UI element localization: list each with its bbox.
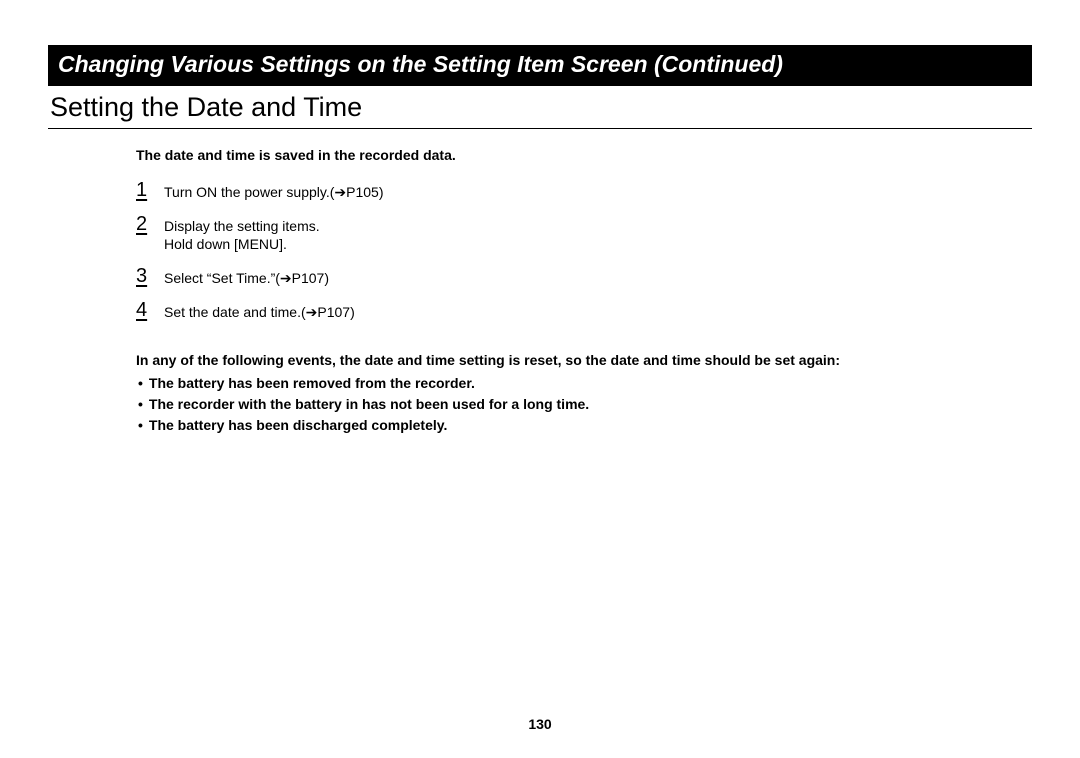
step-row: 1 Turn ON the power supply.(➔P105) [136, 179, 992, 202]
step-number: 3 [136, 265, 164, 287]
bullet-dot-icon: • [138, 394, 149, 415]
note-bullet-text: The recorder with the battery in has not… [149, 394, 589, 415]
note-bullet-text: The battery has been removed from the re… [149, 373, 475, 394]
step-text: Select “Set Time.”(➔P107) [164, 265, 329, 288]
bullet-dot-icon: • [138, 415, 149, 436]
note-bullet: • The recorder with the battery in has n… [136, 394, 992, 415]
step-text: Turn ON the power supply.(➔P105) [164, 179, 384, 202]
note-block: In any of the following events, the date… [136, 350, 992, 436]
step-number: 1 [136, 179, 164, 201]
step-number: 4 [136, 299, 164, 321]
step-row: 2 Display the setting items.Hold down [M… [136, 213, 992, 255]
step-number: 2 [136, 213, 164, 235]
step-list: 1 Turn ON the power supply.(➔P105) 2 Dis… [136, 179, 992, 322]
note-lead: In any of the following events, the date… [136, 350, 992, 371]
note-bullet: • The battery has been removed from the … [136, 373, 992, 394]
section-title: Setting the Date and Time [48, 86, 1032, 129]
note-bullet-text: The battery has been discharged complete… [149, 415, 448, 436]
note-bullet: • The battery has been discharged comple… [136, 415, 992, 436]
intro-text: The date and time is saved in the record… [136, 147, 992, 163]
step-row: 3 Select “Set Time.”(➔P107) [136, 265, 992, 288]
step-text: Set the date and time.(➔P107) [164, 299, 355, 322]
step-row: 4 Set the date and time.(➔P107) [136, 299, 992, 322]
page-number: 130 [0, 716, 1080, 732]
step-text: Display the setting items.Hold down [MEN… [164, 213, 320, 255]
chapter-title: Changing Various Settings on the Setting… [48, 45, 1032, 86]
bullet-dot-icon: • [138, 373, 149, 394]
content-area: The date and time is saved in the record… [48, 147, 1032, 436]
